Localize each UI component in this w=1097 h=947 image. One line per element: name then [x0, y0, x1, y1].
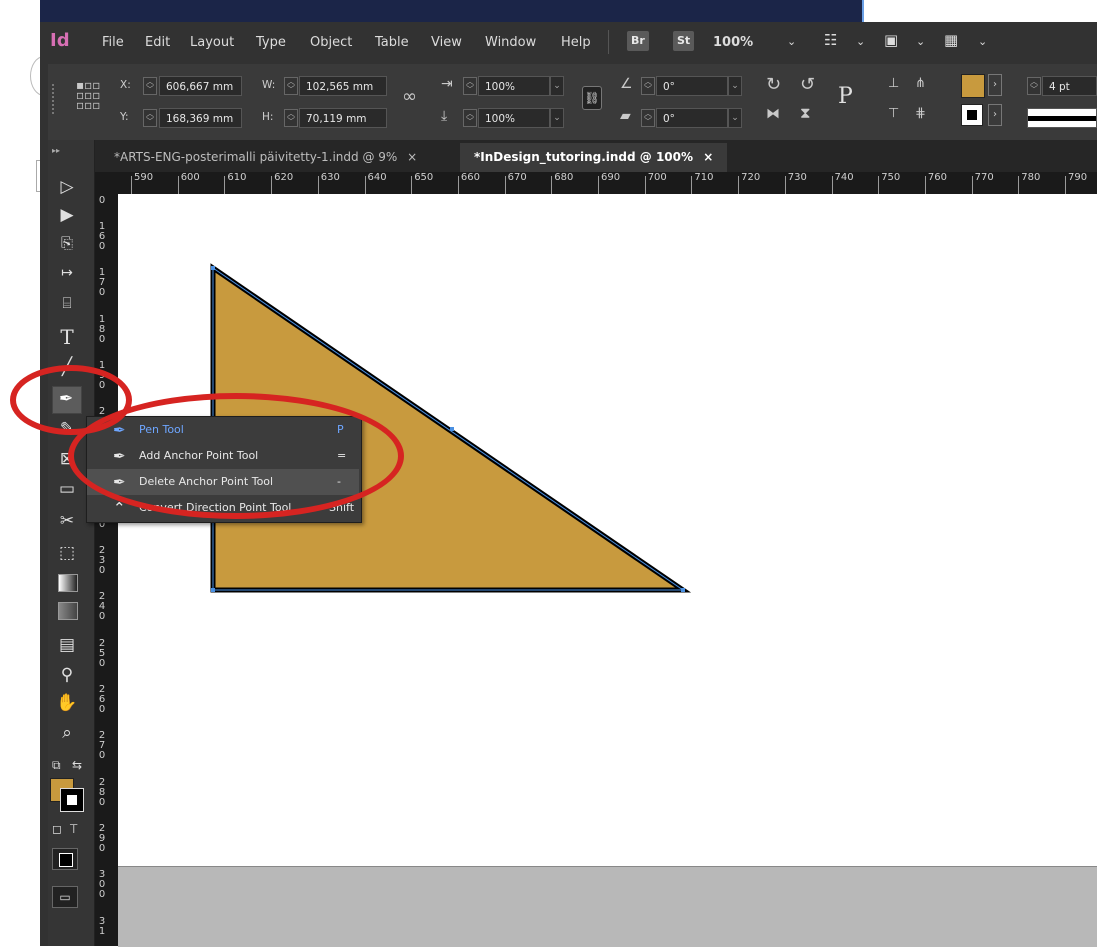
note-tool-icon[interactable]: ▤ [56, 634, 78, 656]
apply-color-button[interactable] [52, 848, 78, 870]
zoom-tool-icon[interactable]: ⌕ [56, 722, 78, 744]
anchor-point[interactable] [681, 588, 685, 592]
page-tool-icon[interactable]: ⎘ [56, 232, 78, 254]
swap-fill-stroke-icon[interactable]: ⇆ [72, 758, 82, 772]
rectangle-tool-icon[interactable]: ▭ [56, 478, 78, 500]
gradient-feather-icon[interactable] [58, 602, 78, 620]
scissors-icon[interactable]: ✂ [56, 510, 78, 532]
annotation-oval-flyout [68, 393, 404, 519]
hand-tool-icon[interactable]: ✋ [56, 692, 78, 714]
screen-mode-button[interactable]: ▭ [52, 886, 78, 908]
free-transform-icon[interactable]: ⬚ [56, 542, 78, 564]
type-tool-icon[interactable]: T [56, 326, 78, 348]
default-fill-stroke-icon[interactable]: ⧉ [52, 758, 61, 773]
formatting-text-icon[interactable]: T [70, 822, 77, 836]
content-collector-icon[interactable]: ⌸ [56, 292, 78, 314]
panel-collapse-icon[interactable]: ▸▸ [52, 146, 60, 155]
eyedropper-icon[interactable]: ⚲ [56, 664, 78, 686]
anchor-point[interactable] [450, 427, 454, 431]
formatting-container-icon[interactable]: ◻ [52, 822, 62, 836]
gradient-swatch-icon[interactable] [58, 574, 78, 592]
selection-icon[interactable]: ▷ [56, 176, 78, 198]
direct-selection-icon[interactable]: ▶ [56, 204, 78, 226]
stroke-swatch[interactable] [60, 788, 84, 812]
gap-tool-icon[interactable]: ↦ [56, 262, 78, 284]
anchor-point[interactable] [211, 266, 215, 270]
anchor-point[interactable] [211, 588, 215, 592]
